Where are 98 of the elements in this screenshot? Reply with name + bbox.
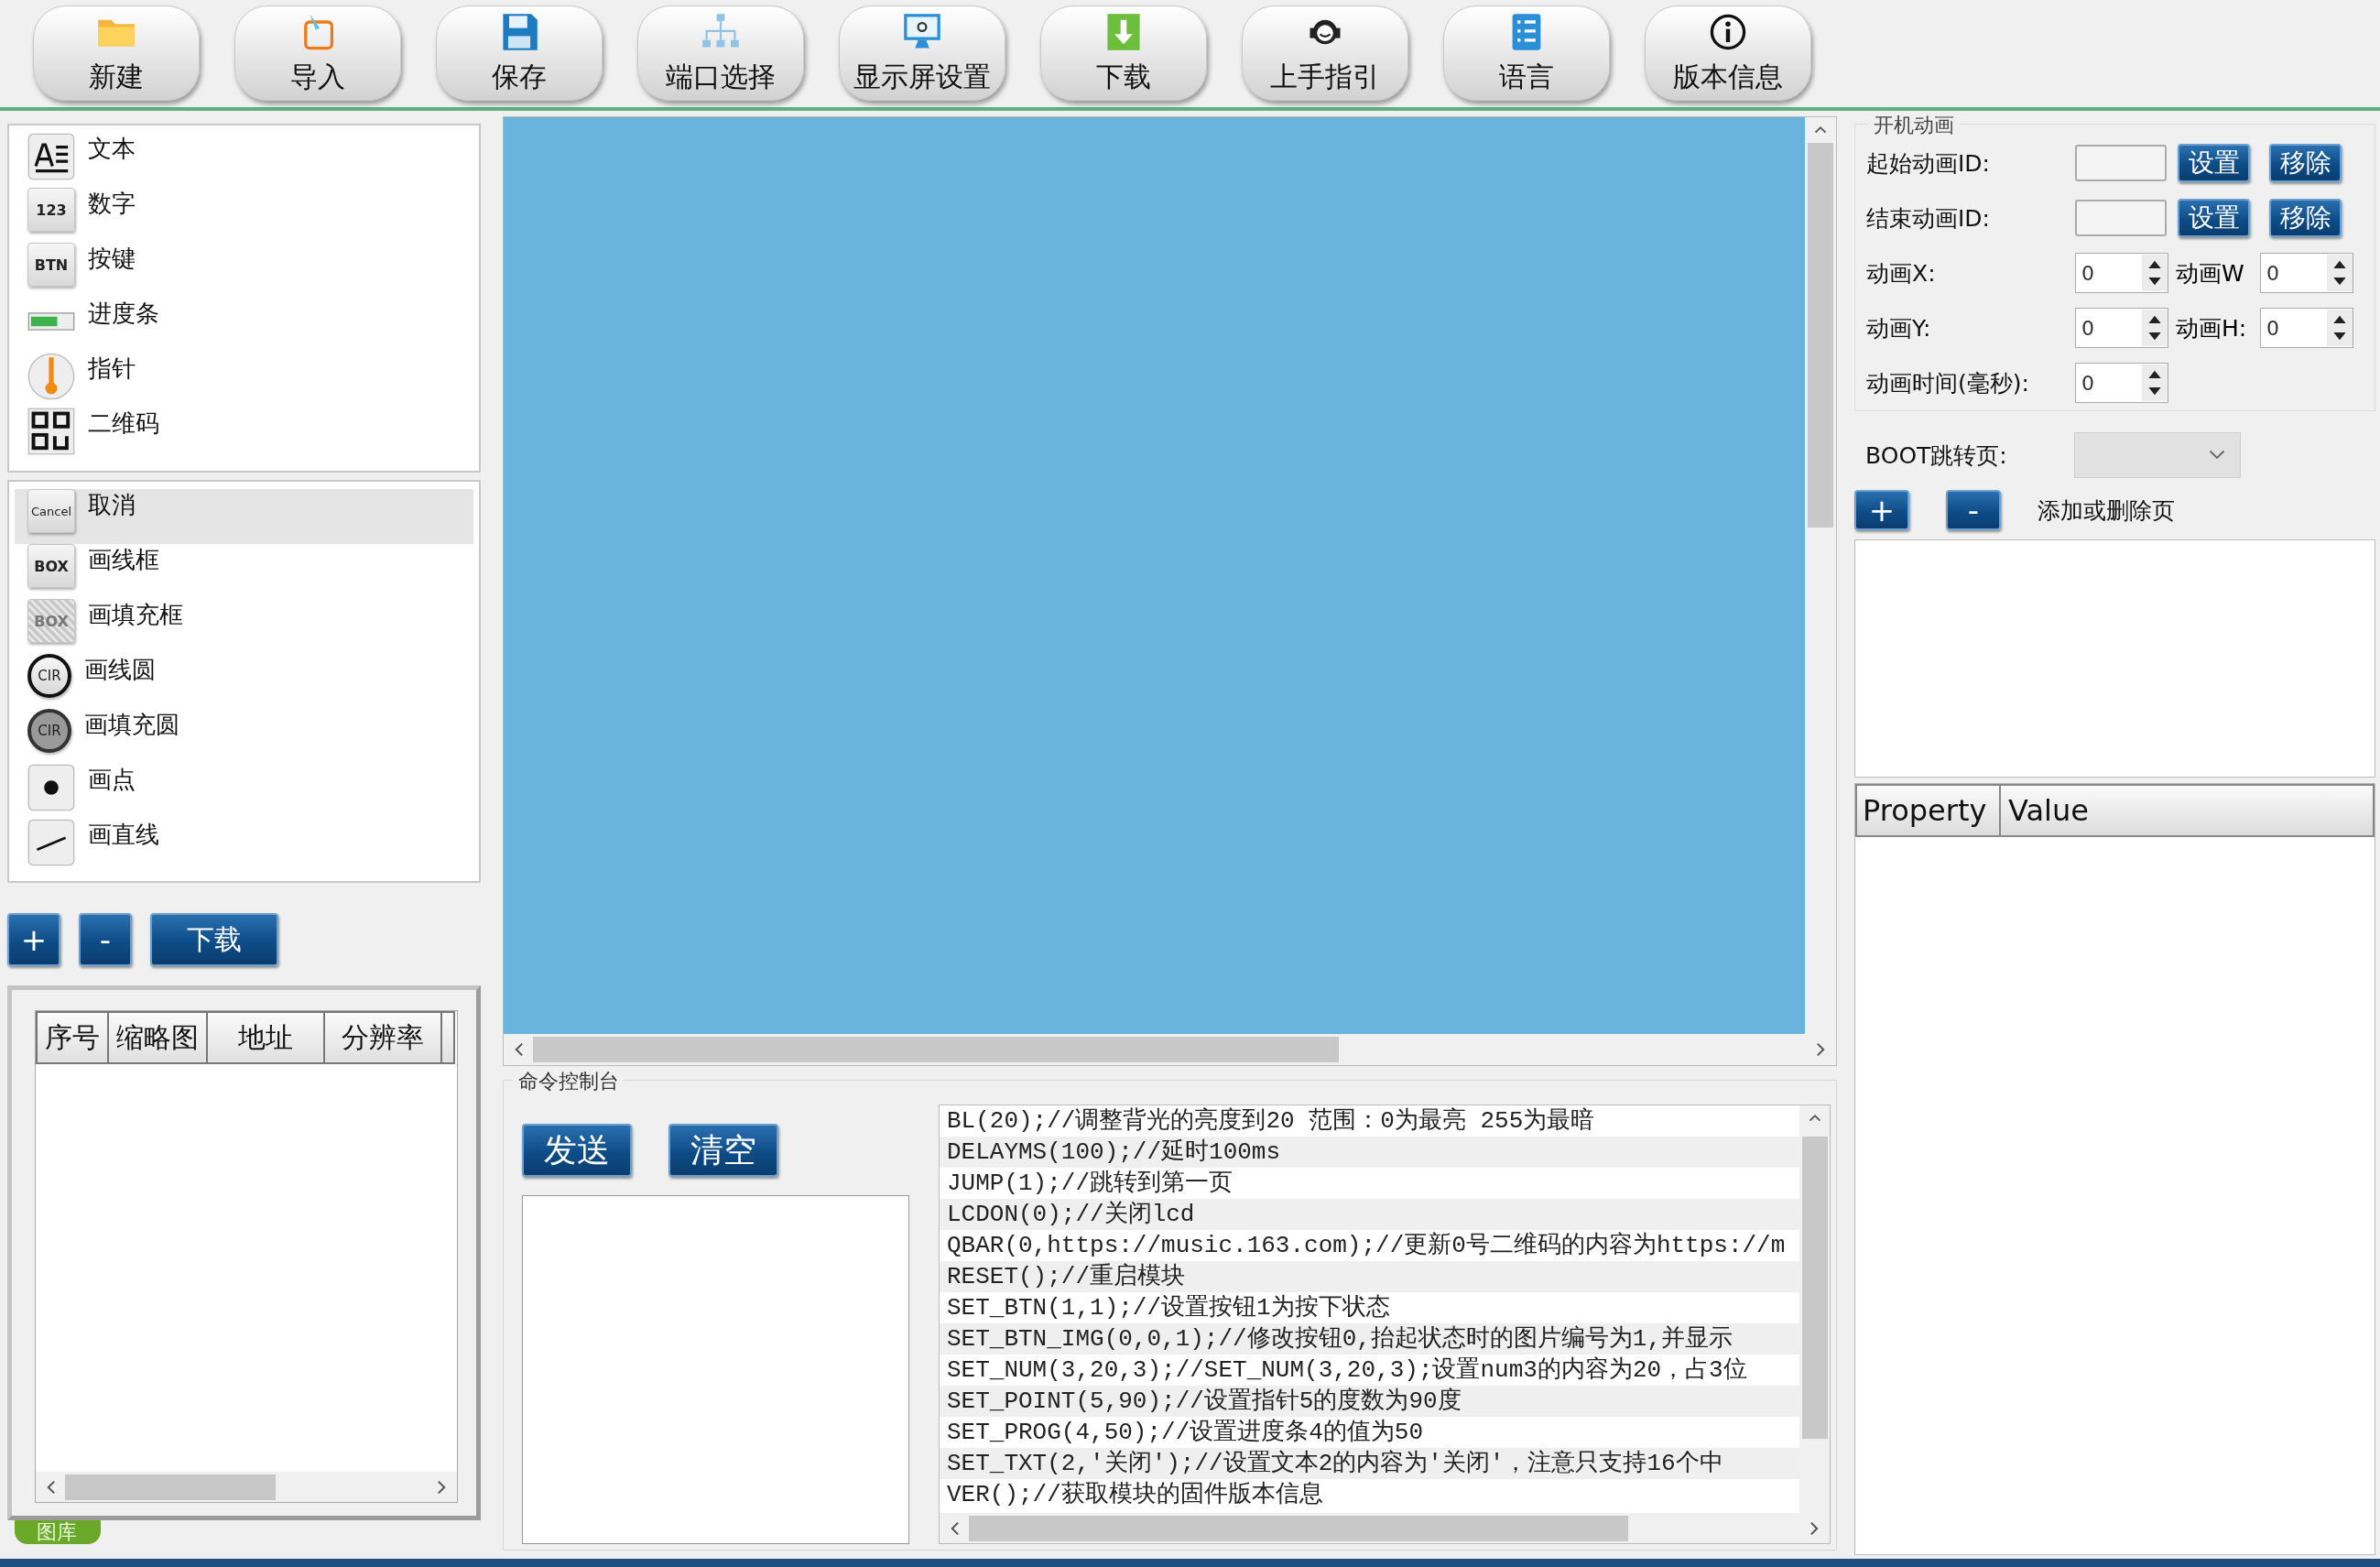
action-button[interactable]: 移除 — [2269, 199, 2342, 237]
command-item[interactable]: SET_BTN_IMG(0,0,1);//修改按钮0,抬起状态时的图片编号为1,并显示 — [940, 1323, 1799, 1355]
page-hint: 添加或删除页 — [2038, 495, 2175, 526]
field-label: 起始动画ID: — [1866, 148, 1992, 179]
chevron-left-icon[interactable] — [513, 1040, 526, 1058]
draw-tool-item[interactable]: Cancel 取消 — [15, 489, 473, 544]
action-button[interactable]: 设置 — [2178, 199, 2250, 237]
draw-tool-item[interactable]: BOX 画填充框 — [15, 599, 473, 654]
chevron-right-icon[interactable] — [1808, 1519, 1820, 1537]
chevron-right-icon[interactable] — [1814, 1040, 1827, 1058]
action-button[interactable]: 设置 — [2178, 144, 2250, 182]
spin-arrows-icon[interactable] — [2327, 310, 2353, 346]
draw-tool-item[interactable]: 画直线 — [15, 819, 473, 874]
chevron-up-icon[interactable] — [1812, 125, 1828, 136]
command-item[interactable]: SET_TXT(2,'关闭');//设置文本2的内容为'关闭'，注意只支持16个中 — [940, 1448, 1799, 1479]
chevron-up-icon[interactable] — [1807, 1113, 1822, 1124]
qr-code-icon — [27, 408, 75, 455]
spin-box[interactable]: 0 — [2260, 308, 2353, 348]
spin-arrows-icon[interactable] — [2142, 310, 2168, 346]
command-item[interactable]: LCDON(0);//关闭lcd — [940, 1199, 1799, 1230]
column-header[interactable]: 分辨率 — [325, 1011, 442, 1064]
chevron-left-icon[interactable] — [45, 1478, 58, 1496]
draw-tool-icon: BOX — [27, 544, 75, 588]
draw-tool-item[interactable]: CIR 画线圆 — [15, 654, 473, 709]
spin-arrows-icon[interactable] — [2142, 365, 2168, 401]
column-header[interactable]: 缩略图 — [109, 1011, 208, 1064]
command-input[interactable] — [522, 1195, 909, 1544]
chevron-down-icon — [2209, 450, 2225, 461]
command-item[interactable]: SET_NUM(3,20,3);//SET_NUM(3,20,3);设置num3的内容为20，占3位 — [940, 1355, 1799, 1386]
toolbar-button[interactable]: 显示屏设置 — [839, 5, 1005, 101]
toolbar-button[interactable]: 端口选择 — [637, 5, 804, 101]
column-header[interactable]: 地址 — [208, 1011, 325, 1064]
gallery-button[interactable]: + — [7, 913, 60, 966]
spin-arrows-icon[interactable] — [2327, 255, 2353, 291]
field-label: 动画X: — [1866, 258, 1937, 288]
input-field[interactable] — [2075, 200, 2167, 236]
widget-label[interactable]: 二维码 — [88, 408, 159, 440]
field-label: 动画Y: — [1866, 313, 1932, 343]
widget-icon: BTN — [27, 243, 75, 287]
command-item[interactable]: JUMP(1);//跳转到第一页 — [940, 1168, 1799, 1199]
draw-tool-item[interactable]: CIR 画填充圆 — [15, 709, 473, 764]
command-item[interactable]: SET_BTN(1,1);//设置按钮1为按下状态 — [940, 1292, 1799, 1323]
toolbar-button[interactable]: 版本信息 — [1645, 5, 1811, 101]
toolbar-button[interactable]: 语言 — [1443, 5, 1610, 101]
gallery-button[interactable]: 下载 — [150, 913, 278, 966]
horizontal-scrollbar[interactable] — [940, 1513, 1830, 1543]
widget-label[interactable]: 数字 — [88, 188, 136, 220]
draw-tool-icon: BOX — [27, 599, 75, 643]
spin-box[interactable]: 0 — [2075, 253, 2168, 293]
toolbar-button[interactable]: 新建 — [33, 5, 200, 101]
thermometer-icon — [27, 353, 75, 400]
chevron-left-icon[interactable] — [949, 1519, 962, 1537]
draw-tool-icon: Cancel — [27, 489, 75, 533]
column-header[interactable]: 序号 — [36, 1011, 109, 1064]
widget-label[interactable]: 指针 — [88, 353, 136, 385]
widget-label[interactable]: 按键 — [88, 243, 136, 275]
field-label: 动画H: — [2175, 313, 2248, 343]
circle-icon: CIR — [27, 709, 71, 753]
command-item[interactable]: RESET();//重启模块 — [940, 1261, 1799, 1292]
input-field[interactable] — [2075, 145, 2167, 181]
command-item[interactable]: BL(20);//调整背光的亮度到20 范围：0为最亮 255为最暗 — [940, 1105, 1799, 1137]
command-item[interactable]: DELAYMS(100);//延时100ms — [940, 1137, 1799, 1168]
circle-icon: CIR — [27, 654, 71, 698]
info-icon — [1708, 12, 1748, 52]
field-label: 动画W — [2175, 258, 2245, 288]
command-item[interactable]: VER();//获取模块的固件版本信息 — [940, 1479, 1799, 1510]
page-button[interactable]: - — [1946, 490, 2001, 530]
spin-box[interactable]: 0 — [2075, 308, 2168, 348]
toolbar-button[interactable]: 下载 — [1040, 5, 1207, 101]
field-label: 动画时间(毫秒): — [1866, 368, 2030, 398]
column-header[interactable]: Value — [2001, 786, 2373, 835]
draw-tool-item[interactable]: 画点 — [15, 764, 473, 819]
console-button[interactable]: 发送 — [522, 1124, 632, 1177]
field-label: 结束动画ID: — [1866, 203, 1992, 234]
command-item[interactable]: SET_PROG(4,50);//设置进度条4的值为50 — [940, 1417, 1799, 1448]
widget-label[interactable]: 进度条 — [88, 298, 159, 330]
command-item[interactable]: QBAR(0,https://music.163.com);//更新0号二维码的内容为https://m — [940, 1230, 1799, 1261]
column-header — [442, 1011, 455, 1064]
action-button[interactable]: 移除 — [2269, 144, 2342, 182]
widget-label[interactable]: 文本 — [88, 133, 136, 165]
horizontal-scrollbar[interactable] — [36, 1472, 457, 1502]
text-icon — [27, 133, 75, 180]
gallery-button[interactable]: - — [79, 913, 132, 966]
widget-icon: 123 — [27, 188, 75, 232]
chevron-right-icon[interactable] — [435, 1478, 448, 1496]
toolbar-button[interactable]: 导入 — [234, 5, 401, 101]
column-header[interactable]: Property — [1857, 786, 2001, 835]
command-item[interactable]: SET_POINT(5,90);//设置指针5的度数为90度 — [940, 1386, 1799, 1417]
console-button[interactable]: 清空 — [668, 1124, 778, 1177]
page-button[interactable]: + — [1854, 490, 1909, 530]
toolbar-button[interactable]: 保存 — [436, 5, 603, 101]
spin-arrows-icon[interactable] — [2142, 255, 2168, 291]
field-label: BOOT跳转页: — [1865, 441, 2008, 471]
spin-box[interactable]: 0 — [2075, 363, 2168, 403]
spin-box[interactable]: 0 — [2260, 253, 2353, 293]
toolbar-button[interactable]: 上手指引 — [1242, 5, 1408, 101]
draw-tool-item[interactable]: BOX 画线框 — [15, 544, 473, 599]
vertical-scrollbar[interactable] — [1799, 1105, 1830, 1513]
